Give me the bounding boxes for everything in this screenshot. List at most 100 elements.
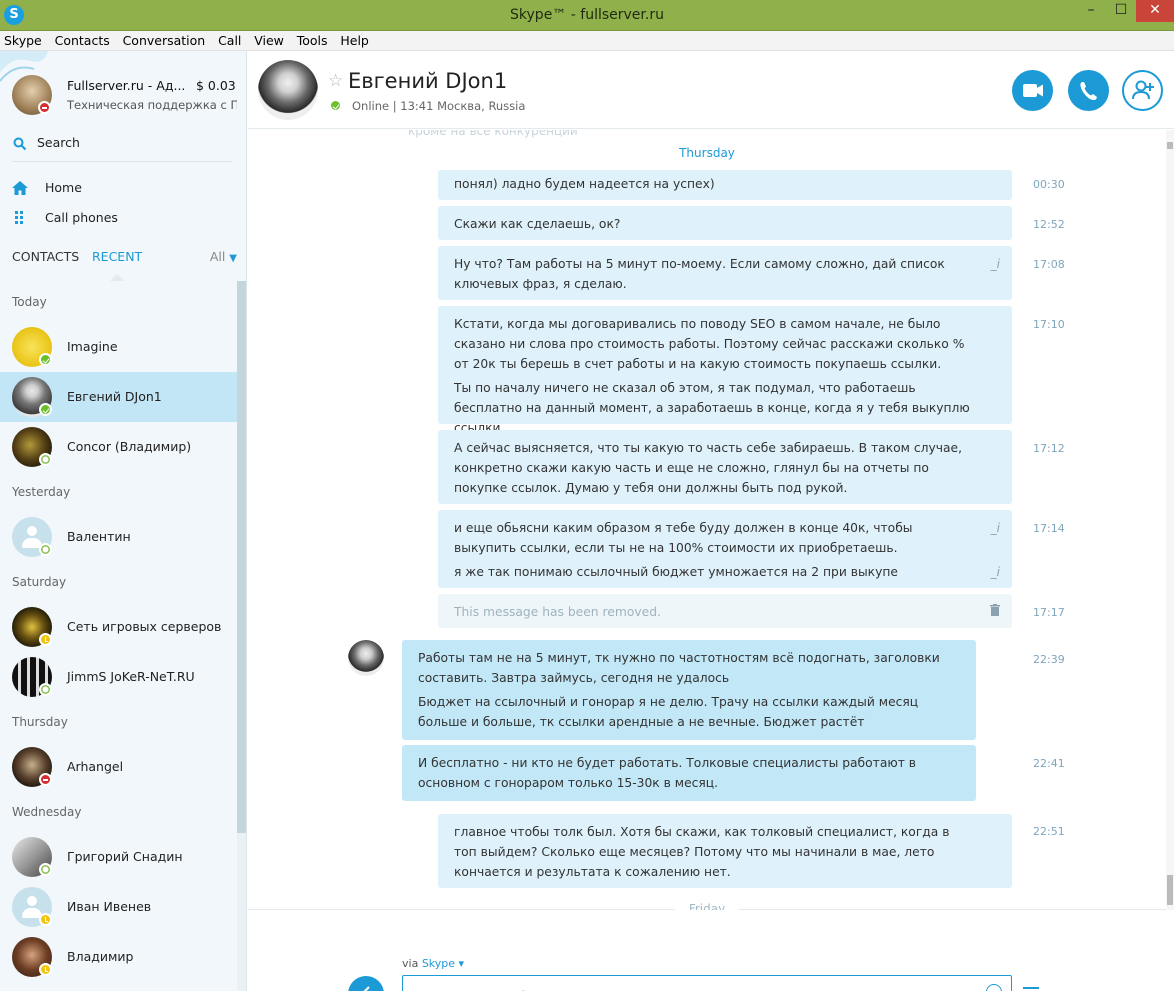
group-yesterday: Yesterday: [12, 485, 71, 499]
message-time: 22:39: [1033, 653, 1065, 666]
contact-name: Владимир: [67, 949, 134, 964]
video-call-button[interactable]: [1012, 70, 1053, 111]
via-service-dropdown[interactable]: Skype ▾: [422, 957, 464, 970]
message-text: понял) ладно будем надеется на успех): [454, 177, 715, 191]
via-text: via: [402, 957, 419, 970]
close-button[interactable]: ✕: [1136, 0, 1174, 22]
group-saturday: Saturday: [12, 575, 67, 589]
menu-contacts[interactable]: Contacts: [51, 31, 110, 48]
message-time: 17:12: [1033, 442, 1065, 455]
message-bubble-incoming[interactable]: И бесплатно - ни кто не будет работать. …: [402, 745, 976, 801]
status-offline-icon: [39, 863, 52, 876]
menu-help[interactable]: Help: [336, 31, 369, 48]
filter-all-dropdown[interactable]: All ▼: [210, 249, 237, 264]
favorite-star-icon[interactable]: ☆: [328, 71, 343, 91]
message-time: 00:30: [1033, 178, 1065, 191]
message-time: 22:51: [1033, 825, 1065, 838]
group-wednesday: Wednesday: [12, 805, 82, 819]
contact-item[interactable]: Владимир: [0, 932, 237, 982]
chevron-down-icon: ▼: [229, 253, 237, 264]
contact-item[interactable]: Евгений DJon1: [0, 372, 237, 422]
contact-item[interactable]: Сеть игровых серверов: [0, 602, 237, 652]
voice-call-button[interactable]: [1068, 70, 1109, 111]
contact-item[interactable]: Иван Ивенев: [0, 882, 237, 932]
scroll-up-arrow[interactable]: [1167, 142, 1173, 149]
removed-message[interactable]: This message has been removed.: [438, 594, 1012, 628]
minimize-button[interactable]: –: [1076, 0, 1106, 22]
contact-item[interactable]: Concor (Владимир): [0, 422, 237, 472]
profile-balance[interactable]: $ 0.03: [196, 78, 236, 93]
message-text: Работы там не на 5 минут, тк нужно по ча…: [418, 651, 940, 685]
status-offline-icon: [39, 543, 52, 556]
menu-view[interactable]: View: [250, 31, 284, 48]
profile-name[interactable]: Fullserver.ru - Ад...: [67, 78, 185, 93]
message-time: 17:08: [1033, 258, 1065, 271]
message-time: 12:52: [1033, 218, 1065, 231]
nav-home[interactable]: Home: [12, 178, 232, 200]
home-icon: [12, 181, 28, 195]
contact-name: Валентин: [67, 529, 131, 544]
chat-area[interactable]: кроме на все конкуренции Thursday понял)…: [248, 130, 1166, 910]
filter-all-label: All: [209, 249, 226, 264]
chat-scrollbar[interactable]: [1166, 130, 1174, 910]
profile-mood[interactable]: Техническая поддержка с По...: [67, 98, 237, 112]
menu-skype[interactable]: Skype: [0, 31, 42, 48]
search-box[interactable]: Search: [12, 132, 232, 162]
status-idle-icon: [39, 633, 52, 646]
day-label-friday: Friday: [674, 902, 740, 910]
contact-name: JimmS JoKeR-NeT.RU: [67, 669, 195, 684]
sidebar: Fullserver.ru - Ад... $ 0.03 Техническая…: [0, 51, 247, 991]
message-bubble[interactable]: Ну что? Там работы на 5 минут по-моему. …: [438, 246, 1012, 300]
contact-name: Imagine: [67, 339, 118, 354]
edited-pencil-icon: _i: [990, 521, 1000, 535]
message-text: Кстати, когда мы договаривались по повод…: [454, 317, 965, 371]
conversation-avatar[interactable]: [258, 60, 318, 120]
message-bubble[interactable]: Кстати, когда мы договаривались по повод…: [438, 306, 1012, 435]
video-camera-icon: [1023, 84, 1043, 97]
contact-name: Arhangel: [67, 759, 124, 774]
contact-item[interactable]: Imagine: [0, 322, 237, 372]
tab-recent[interactable]: RECENT: [92, 249, 142, 264]
contact-item[interactable]: JimmS JoKeR-NeT.RU: [0, 652, 237, 702]
message-text: This message has been removed.: [454, 605, 661, 619]
message-bubble[interactable]: и еще обьясни каким образом я тебе буду …: [438, 510, 1012, 588]
status-online-icon: [329, 99, 342, 112]
status-idle-icon: [39, 963, 52, 976]
sidebar-scroll-thumb[interactable]: [237, 281, 246, 833]
paperclip-icon: [363, 986, 370, 991]
group-today: Today: [12, 295, 47, 309]
composer-menu-icon[interactable]: [1023, 987, 1039, 989]
menu-conversation[interactable]: Conversation: [119, 31, 206, 48]
message-text: Ну что? Там работы на 5 минут по-моему. …: [454, 257, 945, 291]
conversation-name: Евгений DJon1: [348, 69, 508, 93]
edited-pencil-icon: _i: [990, 565, 1000, 579]
status-idle-icon: [39, 913, 52, 926]
message-input[interactable]: [402, 975, 1012, 991]
status-online-icon: [39, 403, 52, 416]
maximize-button[interactable]: ☐: [1106, 0, 1136, 22]
contact-item[interactable]: Григорий Снадин: [0, 832, 237, 882]
message-bubble-incoming[interactable]: Работы там не на 5 минут, тк нужно по ча…: [402, 640, 976, 740]
message-bubble[interactable]: главное чтобы толк был. Хотя бы скажи, к…: [438, 814, 1012, 888]
tab-contacts[interactable]: CONTACTS: [12, 249, 79, 264]
chat-scroll-thumb[interactable]: [1167, 875, 1173, 905]
attach-button[interactable]: [348, 976, 384, 991]
message-text: я же так понимаю ссылочный бюджет умножа…: [454, 565, 898, 579]
contact-name: Евгений DJon1: [67, 389, 162, 404]
nav-call-phones[interactable]: Call phones: [12, 208, 232, 230]
contact-tabs: CONTACTS RECENT All ▼: [12, 249, 237, 271]
contact-name: Concor (Владимир): [67, 439, 192, 454]
message-bubble[interactable]: Скажи как сделаешь, ок?: [438, 206, 1012, 240]
clipped-message-text: кроме на все конкуренции: [408, 130, 578, 138]
contact-item[interactable]: Валентин: [0, 512, 237, 562]
profile-status-icon[interactable]: [38, 101, 51, 114]
message-bubble[interactable]: А сейчас выясняется, что ты какую то час…: [438, 430, 1012, 504]
menu-call[interactable]: Call: [214, 31, 241, 48]
via-label[interactable]: via Skype ▾: [402, 957, 464, 970]
message-text: Скажи как сделаешь, ок?: [454, 217, 621, 231]
message-bubble[interactable]: понял) ладно будем надеется на успех): [438, 170, 1012, 200]
menu-tools[interactable]: Tools: [293, 31, 328, 48]
add-people-button[interactable]: [1122, 70, 1163, 111]
contact-item[interactable]: Arhangel: [0, 742, 237, 792]
sender-avatar[interactable]: [348, 640, 384, 676]
